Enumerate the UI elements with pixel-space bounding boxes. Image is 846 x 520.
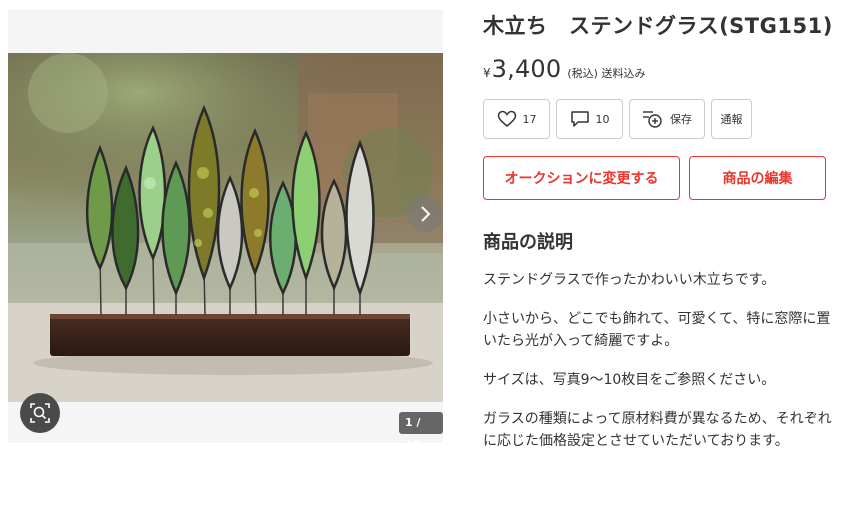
zoom-search-icon	[30, 403, 50, 423]
primary-actions: オークションに変更する 商品の編集	[483, 156, 833, 200]
product-title: 木立ち ステンドグラス(STG151)	[483, 14, 833, 38]
save-label: 保存	[670, 113, 692, 126]
comment-button[interactable]: 10	[556, 99, 623, 139]
product-description: ステンドグラスで作ったかわいい木立ちです。 小さいから、どこでも飾れて、可愛くて…	[483, 269, 833, 452]
report-button[interactable]: 通報	[711, 99, 752, 139]
change-to-auction-button[interactable]: オークションに変更する	[483, 156, 680, 200]
chevron-right-icon	[421, 206, 431, 222]
action-row: 17 10 保存 通報	[483, 99, 833, 139]
tax-note: (税込) 送料込み	[567, 67, 646, 80]
description-paragraph: サイズは、写真9〜10枚目をご参照ください。	[483, 372, 776, 388]
product-info: 木立ち ステンドグラス(STG151) ¥ 3,400 (税込) 送料込み 17…	[483, 10, 833, 469]
currency-symbol: ¥	[483, 66, 491, 80]
price: 3,400	[491, 55, 562, 83]
next-image-button[interactable]	[407, 196, 443, 232]
like-count: 17	[522, 112, 537, 126]
edit-product-button[interactable]: 商品の編集	[689, 156, 826, 200]
product-photo[interactable]	[8, 53, 443, 402]
report-label: 通報	[720, 113, 743, 126]
save-button[interactable]: 保存	[629, 99, 705, 139]
comment-count: 10	[595, 112, 610, 126]
price-row: ¥ 3,400 (税込) 送料込み	[483, 55, 833, 89]
description-paragraph: ガラスの種類によって原材料費が異なるため、それぞれに応じた価格設定とさせていただ…	[483, 411, 832, 449]
description-paragraph: 小さいから、どこでも飾れて、可愛くて、特に窓際に置いたら光が入って綺麗ですよ。	[483, 311, 831, 349]
save-list-icon	[643, 111, 662, 128]
description-heading: 商品の説明	[483, 232, 573, 253]
zoom-button[interactable]	[20, 393, 60, 433]
description-paragraph: ステンドグラスで作ったかわいい木立ちです。	[483, 272, 776, 288]
heart-icon	[497, 110, 516, 127]
image-counter: 1 / 10	[399, 412, 443, 451]
comment-icon	[570, 111, 589, 127]
image-gallery: 1 / 10	[8, 10, 443, 451]
like-button[interactable]: 17	[483, 99, 550, 139]
